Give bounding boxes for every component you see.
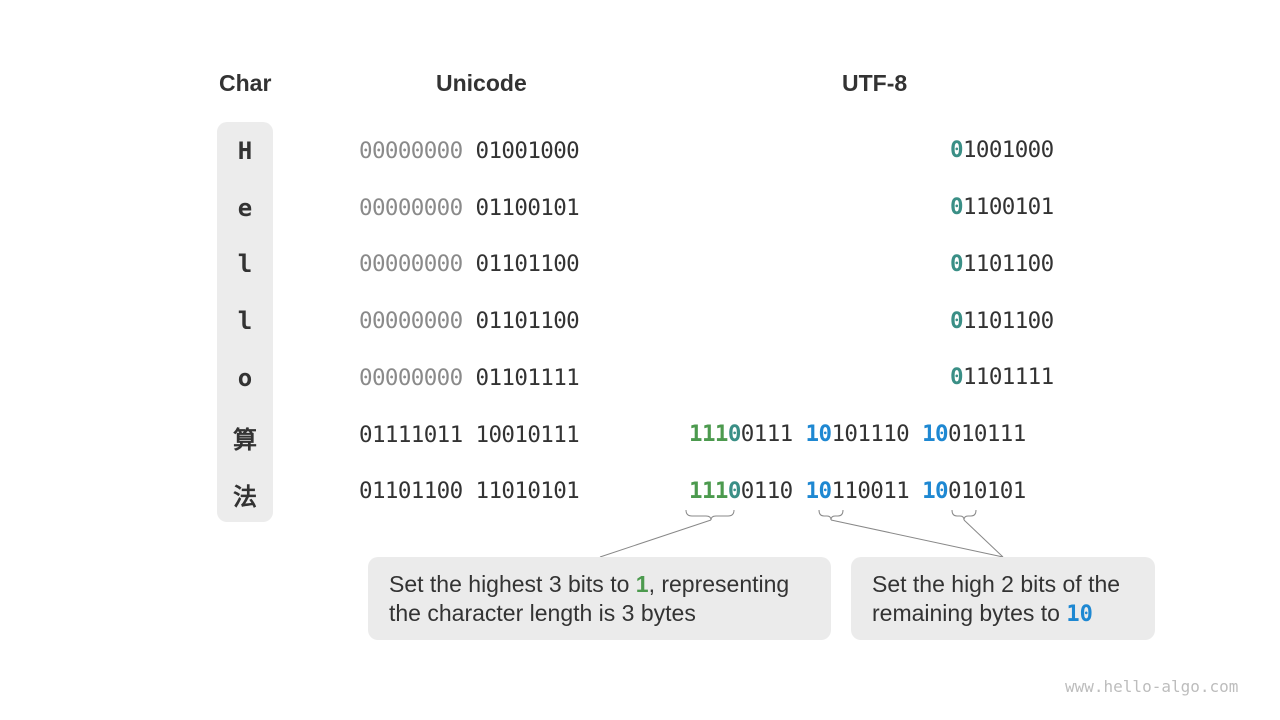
connector-right-a: [830, 519, 1004, 558]
callout-length-prefix: Set the highest 3 bits to 1, representin…: [368, 557, 831, 640]
brace-length-prefix: [685, 509, 735, 521]
callout-line: Set the highest 3 bits to 1, representin…: [389, 570, 810, 599]
connector-right-b: [963, 519, 1004, 558]
callout-text: , representing: [648, 571, 790, 597]
callout-continuation-prefix: Set the high 2 bits of the remaining byt…: [851, 557, 1155, 640]
brace-continuation-2: [951, 509, 977, 521]
callout-text: remaining bytes to: [872, 599, 1067, 626]
watermark: www.hello-algo.com: [1065, 677, 1239, 696]
callout-line: Set the high 2 bits of the: [872, 571, 1121, 597]
callout-line: the character length is 3 bytes: [389, 599, 696, 626]
callout-text: Set the highest 3 bits to: [389, 571, 636, 597]
brace-continuation-1: [818, 509, 844, 521]
callout-line: remaining bytes to 10: [872, 599, 1134, 630]
highlight-ten: 10: [1066, 601, 1093, 627]
connector-left: [599, 519, 712, 558]
highlight-one: 1: [635, 571, 649, 597]
